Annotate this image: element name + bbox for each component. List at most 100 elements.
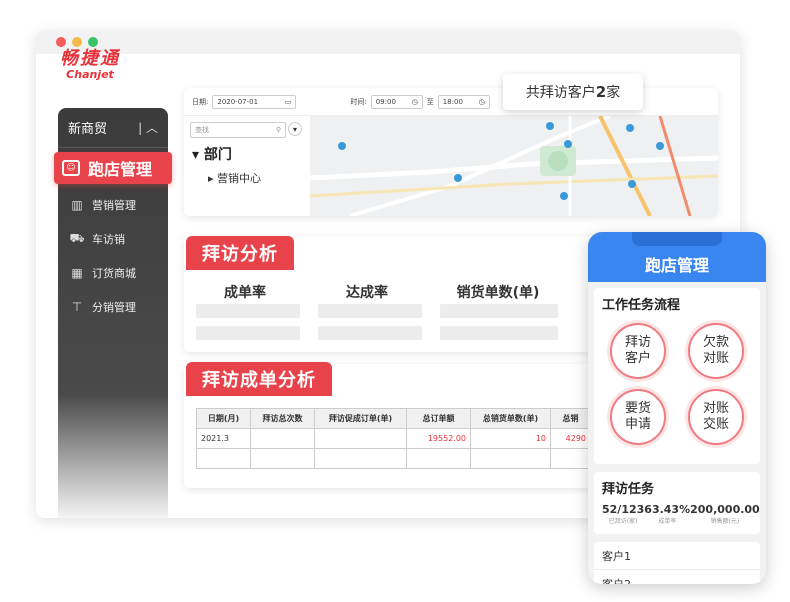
sidebar-item-label: 分销管理 xyxy=(92,301,136,314)
metric-order-rate: 成单率 xyxy=(224,285,266,301)
column-header: 总销 xyxy=(550,408,591,429)
stat-label: 已拜访(家) xyxy=(608,518,638,525)
table-cell xyxy=(406,448,471,469)
tree-node-label: 营销中心 xyxy=(217,172,262,185)
metric-achieve-rate: 达成率 xyxy=(346,285,388,301)
arrears-reconcile-button[interactable]: 欠款 对账 xyxy=(688,323,744,379)
sidebar-item-label: 营销管理 xyxy=(92,199,136,212)
table-row[interactable] xyxy=(196,448,591,469)
time-to-picker[interactable]: 18:00 ◷ xyxy=(437,94,490,109)
table-header-row: 日期(月) 拜访总次数 拜访促成订单(单) 总订单额 总销货单数(单) 总销 xyxy=(196,408,591,429)
date-value: 2020-07-01 xyxy=(217,97,259,106)
sidebar-item-label: 订货商城 xyxy=(92,267,136,280)
bubble-count: 2 xyxy=(595,83,607,101)
table-row[interactable]: 2021.3 19552.00 10 4290 xyxy=(196,428,591,449)
time-from: 09:00 xyxy=(375,97,396,106)
table-cell: 4290 xyxy=(550,428,591,449)
phone-title: 跑店管理 xyxy=(644,256,709,275)
map-pin-icon xyxy=(564,140,572,148)
placeholder-bar xyxy=(440,304,558,318)
visit-task-card[interactable]: 拜访任务 52/123 已拜访(家) 63.43% 成单率 200,000.00 销售… xyxy=(594,472,760,534)
sidebar-item-label: 车访销 xyxy=(92,233,125,246)
stat-label: 成单率 xyxy=(658,518,677,525)
metric-sales-orders: 销货单数(单) xyxy=(456,285,540,301)
circle-line: 对账 xyxy=(702,401,729,416)
stat-label: 销售额(元) xyxy=(710,518,740,525)
sidebar-item-distribution[interactable]: ⊤ 分销管理 xyxy=(58,290,168,324)
placeholder-bar xyxy=(196,326,300,340)
map-svg xyxy=(310,116,718,216)
bar-chart-icon: ▥ xyxy=(71,198,83,212)
table-cell xyxy=(250,448,315,469)
column-header: 拜访总次数 xyxy=(250,408,315,429)
bubble-suffix: 家 xyxy=(606,85,621,101)
visit-customer-button[interactable]: 拜访 客户 xyxy=(610,323,666,379)
circle-line: 申请 xyxy=(624,417,651,432)
circle-line: 交账 xyxy=(702,417,729,432)
calendar-icon: ▭ xyxy=(284,97,292,106)
table-cell: 2021.3 xyxy=(196,428,251,449)
map-pin-icon xyxy=(626,124,634,132)
logo-en: Chanjet xyxy=(66,68,114,81)
column-header: 拜访促成订单(单) xyxy=(314,408,407,429)
sidebar-item-car-sales[interactable]: ⛟ 车访销 xyxy=(58,222,168,256)
list-item[interactable]: 客户2 xyxy=(594,570,760,584)
chevron-up-icon[interactable]: | ︿ xyxy=(138,119,158,136)
visit-analysis-title: 拜访分析 xyxy=(186,236,294,270)
stat-order-rate: 63.43% 成单率 xyxy=(644,503,690,525)
map-pin-icon xyxy=(560,192,568,200)
sidebar-header-label: 新商贸 xyxy=(68,122,108,137)
department-tree: 查找 ⚲ ▾ ▾ 部门 ▸ 营销中心 xyxy=(184,116,310,216)
circle-line: 拜访 xyxy=(624,335,651,350)
request-goods-button[interactable]: 要货 申请 xyxy=(610,389,666,445)
filter-icon[interactable]: ▾ xyxy=(288,122,302,136)
search-placeholder: 查找 xyxy=(195,126,209,134)
placeholder-bar xyxy=(196,304,300,318)
workflow-grid: 拜访 客户 欠款 对账 要货 申请 对账 交账 xyxy=(608,323,746,445)
hierarchy-icon: ⊤ xyxy=(71,300,83,314)
date-label: 日期: xyxy=(192,97,209,106)
sidebar-header[interactable]: 新商贸 | ︿ xyxy=(58,108,168,148)
map-pin-icon xyxy=(454,174,462,182)
tree-node-marketing-center[interactable]: ▸ 营销中心 xyxy=(208,170,310,186)
tree-node-department[interactable]: ▾ 部门 xyxy=(192,144,310,164)
workflow-card: 工作任务流程 拜访 客户 欠款 对账 要货 申请 对账 交账 xyxy=(594,288,760,464)
date-picker[interactable]: 2020-07-01 ▭ xyxy=(212,94,297,109)
id-card-icon: ☺ xyxy=(62,160,80,176)
task-stats: 52/123 已拜访(家) 63.43% 成单率 200,000.00 销售额(元) xyxy=(602,503,760,525)
sidebar-item-marketing[interactable]: ▥ 营销管理 xyxy=(58,188,168,222)
placeholder-bar xyxy=(440,326,558,340)
order-table: 日期(月) 拜访总次数 拜访促成订单(单) 总订单额 总销货单数(单) 总销 2… xyxy=(196,408,591,469)
time-to: 18:00 xyxy=(442,97,463,106)
column-header: 总销货单数(单) xyxy=(470,408,551,429)
table-cell xyxy=(550,448,591,469)
map-view[interactable] xyxy=(310,116,718,216)
time-label: 时间: xyxy=(350,97,367,106)
stat-value: 52/123 xyxy=(602,503,645,516)
map-pin-icon xyxy=(656,142,664,150)
title-bar xyxy=(36,30,740,54)
list-item[interactable]: 客户1 xyxy=(594,542,760,570)
reconcile-handover-button[interactable]: 对账 交账 xyxy=(688,389,744,445)
mobile-app-preview: 跑店管理 工作任务流程 拜访 客户 欠款 对账 要货 申请 对账 交账 拜访任务 52/… xyxy=(588,232,766,584)
bubble-prefix: 共拜访客户 xyxy=(525,85,596,101)
stat-value: 200,000.00 xyxy=(690,503,760,516)
clock-icon: ◷ xyxy=(478,97,485,106)
circle-line: 欠款 xyxy=(702,335,729,350)
car-icon: ⛟ xyxy=(69,231,85,245)
stat-value: 63.43% xyxy=(644,503,691,516)
tree-node-label: 部门 xyxy=(203,147,232,163)
search-icon[interactable]: ⚲ xyxy=(276,126,281,134)
phone-header: 跑店管理 xyxy=(588,232,766,282)
sidebar-item-store[interactable]: ▦ 订货商城 xyxy=(58,256,168,290)
phone-notch xyxy=(632,232,722,246)
time-from-picker[interactable]: 09:00 ◷ xyxy=(370,94,423,109)
task-title: 拜访任务 xyxy=(602,482,655,497)
workflow-title: 工作任务流程 xyxy=(602,298,681,313)
placeholder-bar xyxy=(318,326,422,340)
table-cell xyxy=(314,428,407,449)
sidebar-item-store-visit-active[interactable]: ☺ 跑店管理 xyxy=(54,152,172,184)
table-cell xyxy=(314,448,407,469)
map-pin-icon xyxy=(628,180,636,188)
search-input[interactable]: 查找 ⚲ xyxy=(190,122,286,138)
